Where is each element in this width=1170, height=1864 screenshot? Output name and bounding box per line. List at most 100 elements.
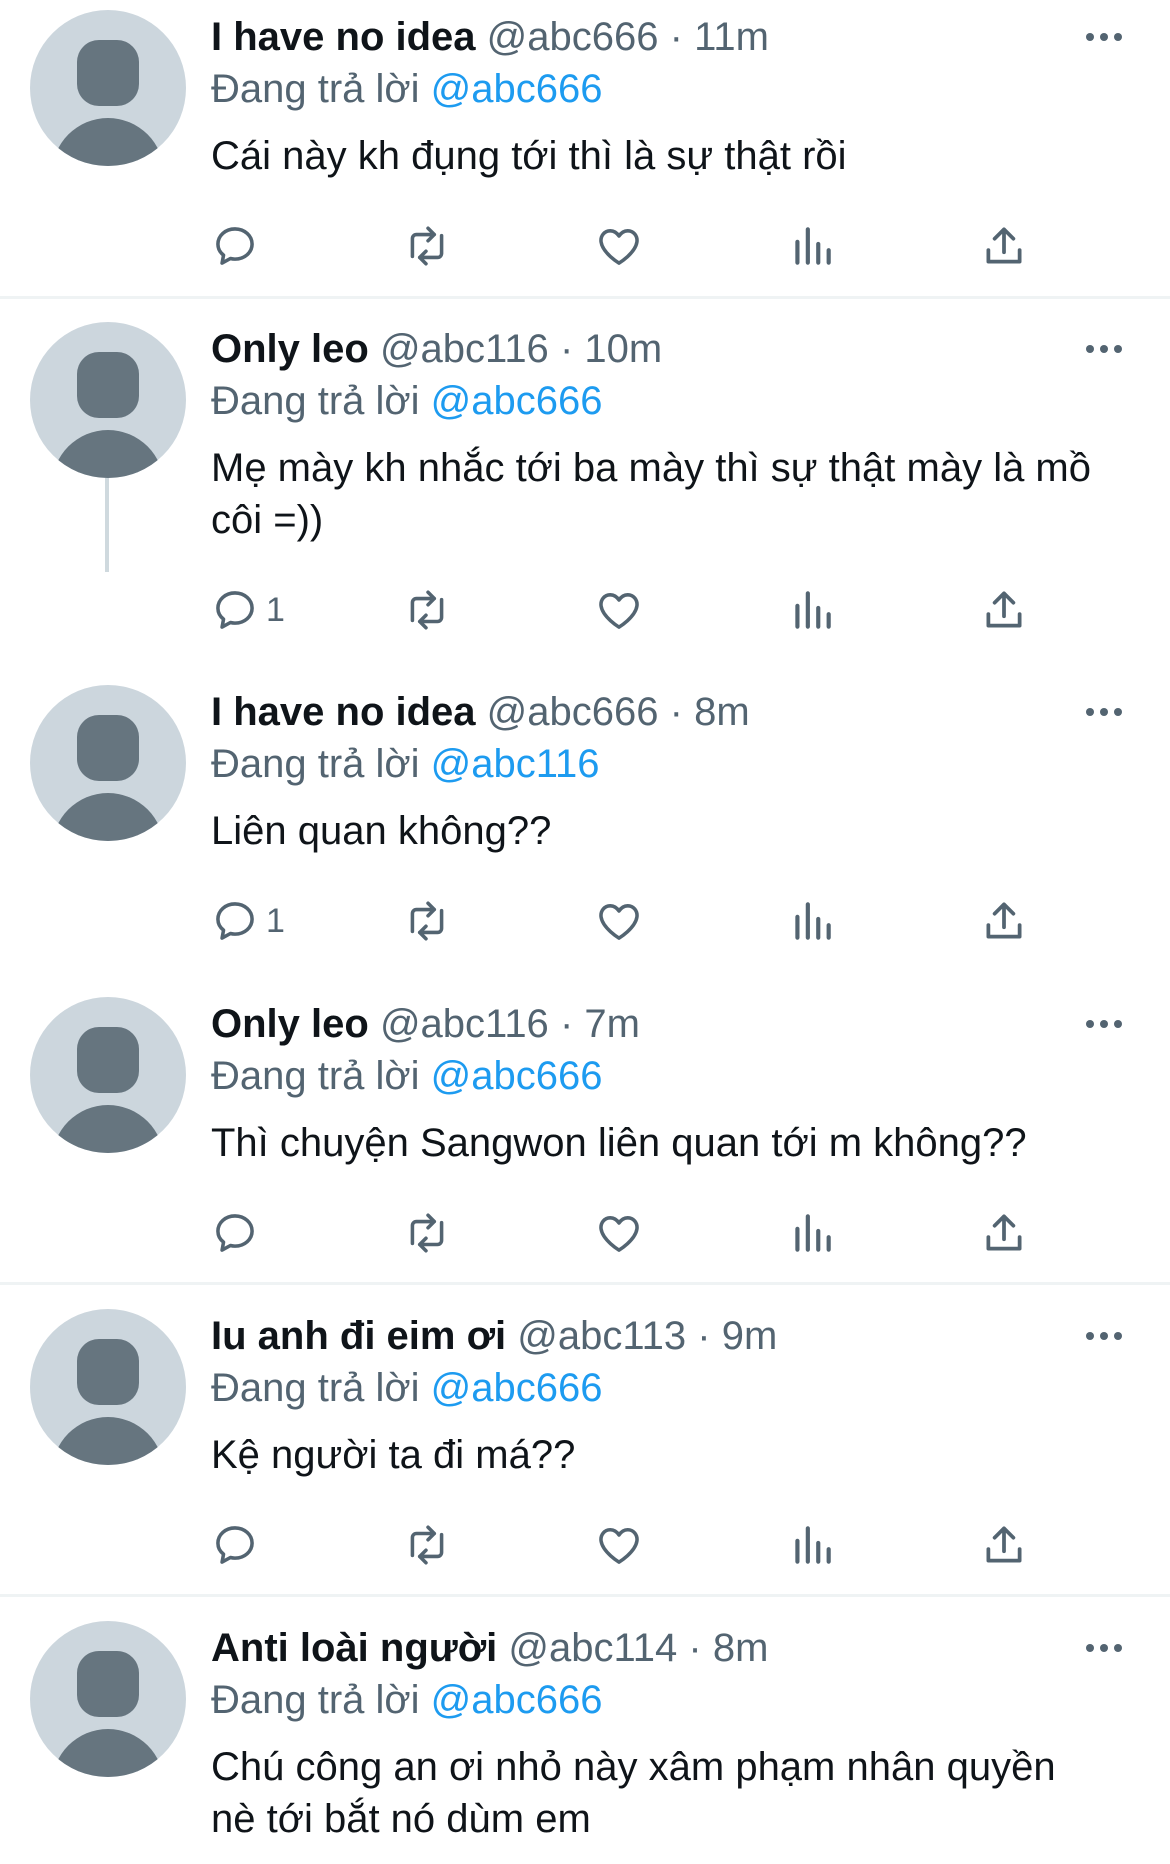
views-button[interactable] [787, 1203, 837, 1263]
more-dots-icon[interactable] [1086, 1639, 1126, 1659]
heart-icon [594, 1208, 644, 1258]
avatar[interactable] [30, 1309, 186, 1465]
tweet-header: Only leo @abc116 · 10m [211, 323, 662, 375]
user-handle[interactable]: @abc114 [508, 1626, 677, 1670]
share-button[interactable] [979, 891, 1029, 951]
tweet-divider [0, 1282, 1170, 1285]
bar-chart-icon [787, 1520, 837, 1570]
mention-link[interactable]: @abc666 [431, 1366, 603, 1410]
share-button[interactable] [979, 1203, 1029, 1263]
timestamp[interactable]: 11m [694, 15, 769, 59]
replying-to: Đang trả lời @abc666 [211, 63, 603, 115]
mention-link[interactable]: @abc666 [431, 1054, 603, 1098]
timestamp[interactable]: 7m [584, 1002, 640, 1046]
share-upload-icon [979, 221, 1029, 271]
share-button[interactable] [979, 580, 1029, 640]
mention-link[interactable]: @abc666 [431, 67, 603, 111]
retweet-button[interactable] [402, 1515, 452, 1575]
reply-button[interactable]: 1 [210, 580, 285, 640]
tweet-text: Liên quan không?? [211, 809, 552, 853]
user-handle[interactable]: @abc116 [380, 327, 549, 371]
replying-label: Đang trả lời [211, 1366, 420, 1410]
avatar[interactable] [30, 10, 186, 166]
mention-link[interactable]: @abc666 [431, 1678, 603, 1722]
more-dots-icon[interactable] [1086, 28, 1126, 48]
tweet-actions [0, 1203, 1170, 1263]
tweet-header: Iu anh đi eim ơi @abc113 · 9m [211, 1310, 777, 1362]
reply-button[interactable] [210, 1515, 266, 1575]
timestamp[interactable]: 10m [584, 327, 662, 371]
share-button[interactable] [979, 216, 1029, 276]
user-handle[interactable]: @abc116 [380, 1002, 549, 1046]
user-handle[interactable]: @abc113 [517, 1314, 686, 1358]
display-name[interactable]: Only leo [211, 1002, 369, 1046]
retweet-button[interactable] [402, 891, 452, 951]
more-dots-icon[interactable] [1086, 1327, 1126, 1347]
reply-button[interactable] [210, 1203, 266, 1263]
avatar[interactable] [30, 322, 186, 478]
reply-bubble-icon [210, 1208, 260, 1258]
user-handle[interactable]: @abc666 [487, 15, 659, 59]
avatar[interactable] [30, 997, 186, 1153]
like-button[interactable] [594, 891, 644, 951]
tweet-text: Chú công an ơi nhỏ này xâm phạm nhân quy… [211, 1745, 1056, 1841]
views-button[interactable] [787, 580, 837, 640]
views-button[interactable] [787, 891, 837, 951]
retweet-button[interactable] [402, 1203, 452, 1263]
heart-icon [594, 896, 644, 946]
mention-link[interactable]: @abc116 [431, 742, 600, 786]
retweet-button[interactable] [402, 216, 452, 276]
reply-bubble-icon [210, 896, 260, 946]
share-button[interactable] [979, 1515, 1029, 1575]
avatar[interactable] [30, 1621, 186, 1777]
separator-dot: · [559, 327, 574, 371]
more-dots-icon[interactable] [1086, 703, 1126, 723]
views-button[interactable] [787, 216, 837, 276]
replying-label: Đang trả lời [211, 742, 420, 786]
mention-link[interactable]: @abc666 [431, 379, 603, 423]
timestamp[interactable]: 8m [713, 1626, 769, 1670]
tweet-actions [0, 1515, 1170, 1575]
reply-bubble-icon [210, 1520, 260, 1570]
reply-button[interactable] [210, 216, 266, 276]
tweet-text: Thì chuyện Sangwon liên quan tới m không… [211, 1121, 1027, 1165]
display-name[interactable]: Only leo [211, 327, 369, 371]
replying-to: Đang trả lời @abc116 [211, 738, 600, 790]
display-name[interactable]: I have no idea [211, 690, 476, 734]
tweet-divider [0, 296, 1170, 299]
replying-to: Đang trả lời @abc666 [211, 1674, 603, 1726]
separator-dot: · [669, 690, 683, 734]
replying-to: Đang trả lời @abc666 [211, 375, 603, 427]
retweet-icon [402, 896, 452, 946]
like-button[interactable] [594, 1203, 644, 1263]
tweet-actions: 1 [0, 580, 1170, 640]
timestamp[interactable]: 8m [694, 690, 750, 734]
like-button[interactable] [594, 1515, 644, 1575]
tweet-text: Cái này kh đụng tới thì là sự thật rồi [211, 134, 847, 178]
tweet-divider [0, 1594, 1170, 1597]
more-dots-icon[interactable] [1086, 340, 1126, 360]
share-upload-icon [979, 1520, 1029, 1570]
retweet-icon [402, 1520, 452, 1570]
tweet-actions: 1 [0, 891, 1170, 951]
retweet-button[interactable] [402, 580, 452, 640]
replying-label: Đang trả lời [211, 379, 420, 423]
replying-label: Đang trả lời [211, 1054, 420, 1098]
share-upload-icon [979, 1208, 1029, 1258]
more-dots-icon[interactable] [1086, 1015, 1126, 1035]
tweet-text: Mẹ mày kh nhắc tới ba mày thì sự thật mà… [211, 446, 1091, 542]
avatar[interactable] [30, 685, 186, 841]
display-name[interactable]: Anti loài người [211, 1626, 497, 1670]
tweet-actions [0, 216, 1170, 276]
timestamp[interactable]: 9m [722, 1314, 778, 1358]
display-name[interactable]: I have no idea [211, 15, 476, 59]
like-button[interactable] [594, 580, 644, 640]
user-handle[interactable]: @abc666 [487, 690, 659, 734]
bar-chart-icon [787, 896, 837, 946]
reply-button[interactable]: 1 [210, 891, 285, 951]
tweet-text: Kệ người ta đi má?? [211, 1433, 576, 1477]
like-button[interactable] [594, 216, 644, 276]
views-button[interactable] [787, 1515, 837, 1575]
display-name[interactable]: Iu anh đi eim ơi [211, 1314, 506, 1358]
reply-bubble-icon [210, 221, 260, 271]
